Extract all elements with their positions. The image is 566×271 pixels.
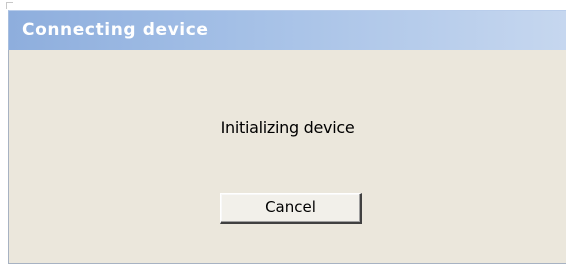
status-message: Initializing device [220,118,355,137]
bottom-margin [0,264,566,271]
cancel-button[interactable]: Cancel [220,193,362,224]
dialog-body: Initializing device Cancel [8,50,566,264]
dialog-window: Connecting device Initializing device Ca… [0,0,566,271]
window-title: Connecting device [22,20,209,40]
window-corner-mark [6,2,13,9]
title-bar[interactable]: Connecting device [8,10,566,50]
